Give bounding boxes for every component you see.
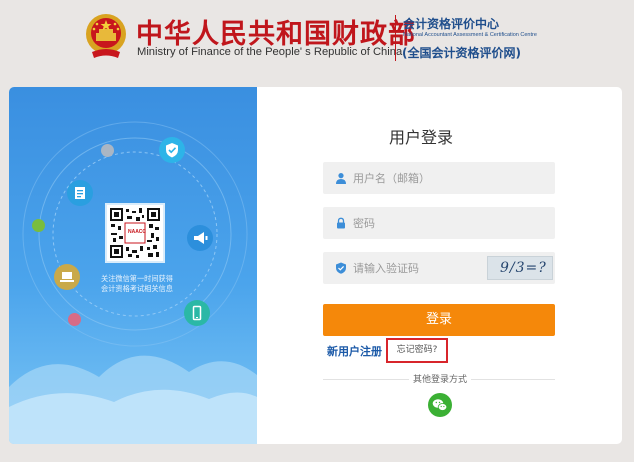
forgot-password-link[interactable]: 忘记密码? (386, 338, 448, 363)
promo-text-line2: 会计资格考试相关信息 (101, 284, 173, 293)
center-site-name: (全国会计资格评价网) (402, 46, 521, 60)
divider-left (323, 379, 409, 380)
password-field[interactable] (323, 207, 555, 239)
captcha-field[interactable]: 9/3=? (323, 252, 555, 284)
dot-green (32, 219, 45, 232)
ministry-name-en: Ministry of Finance of the People' s Rep… (137, 46, 403, 58)
password-input[interactable] (353, 207, 543, 239)
site-header: 中华人民共和国财政部 Ministry of Finance of the Pe… (0, 0, 634, 86)
user-icon (336, 173, 346, 184)
mobile-phone-icon (184, 300, 210, 326)
captcha-image[interactable]: 9/3=? (487, 256, 553, 280)
wechat-login-button[interactable] (428, 393, 452, 417)
divider-right (471, 379, 555, 380)
captcha-input[interactable] (353, 252, 483, 284)
megaphone-icon (187, 225, 213, 251)
lock-icon (337, 217, 345, 229)
dot-red (68, 313, 81, 326)
wechat-icon (432, 399, 448, 411)
wechat-qr-code: NAACC (105, 203, 165, 263)
username-input[interactable] (353, 162, 543, 194)
wechat-promo-panel: NAACC 关注微信第一时间获得 会计资格考试相关信息 (9, 87, 257, 444)
header-divider (395, 15, 396, 61)
username-field[interactable] (323, 162, 555, 194)
register-link[interactable]: 新用户注册 (327, 343, 382, 359)
document-icon (67, 180, 93, 206)
login-title: 用户登录 (389, 128, 454, 147)
dot-gray (101, 144, 114, 157)
center-name-cn: 会计资格评价中心 (403, 17, 500, 31)
shield-check-icon (159, 137, 185, 163)
national-emblem-icon (86, 14, 126, 58)
promo-decoration (9, 121, 257, 444)
center-name-en: National Accountant Assessment & Certifi… (403, 32, 537, 38)
shield-check-icon (336, 262, 346, 274)
qr-center-label: NAACC (127, 229, 147, 235)
login-card: NAACC 关注微信第一时间获得 会计资格考试相关信息 用户登录 9/3=? (9, 87, 622, 444)
promo-text-line1: 关注微信第一时间获得 (101, 274, 173, 283)
captcha-text: 9/3=? (500, 260, 547, 276)
wechat-promo-text: 关注微信第一时间获得 会计资格考试相关信息 (67, 274, 207, 294)
other-login-label: 其他登录方式 (410, 372, 471, 385)
login-button[interactable]: 登录 (323, 304, 555, 336)
